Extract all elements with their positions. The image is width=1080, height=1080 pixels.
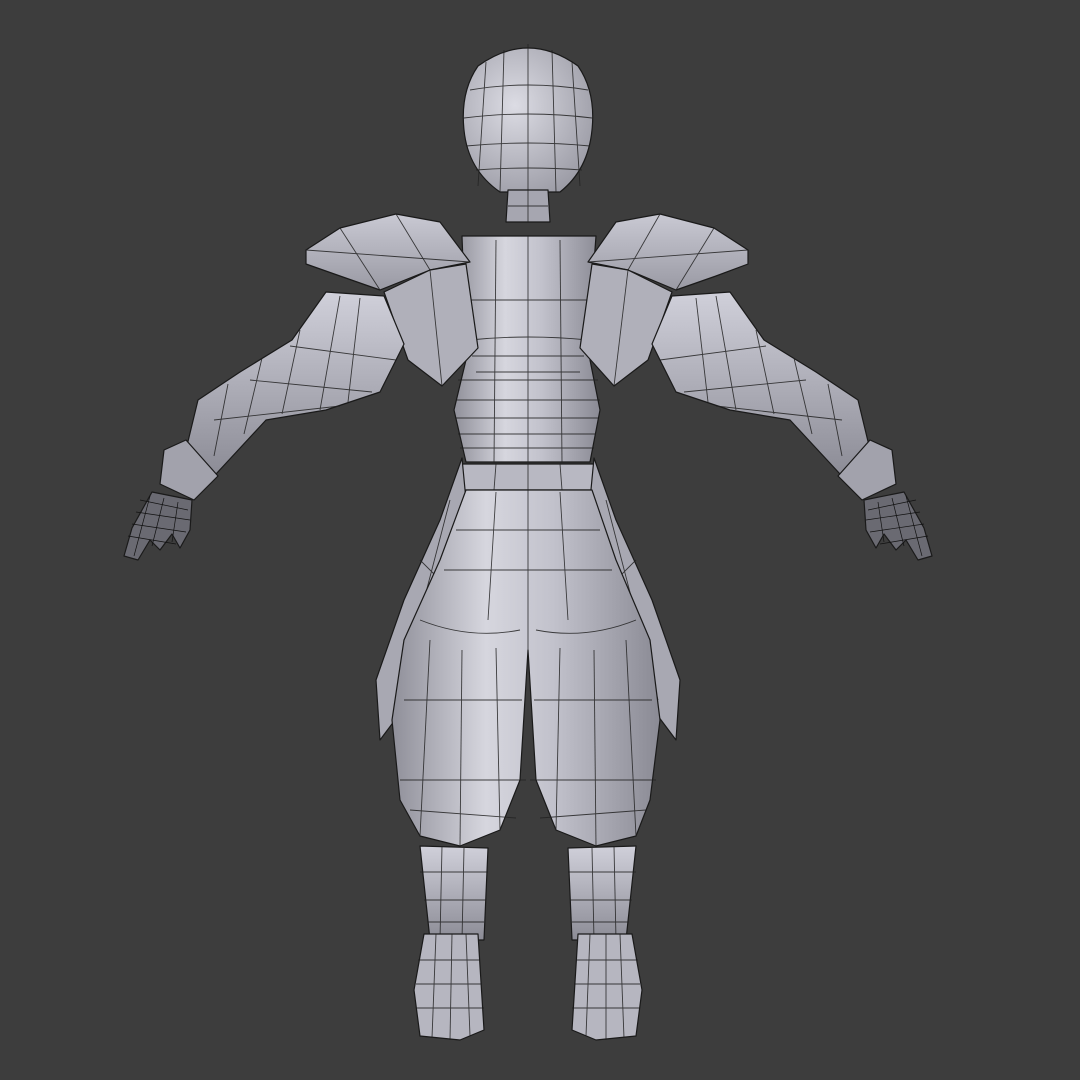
3d-viewport[interactable]	[0, 0, 1080, 1080]
left-boot[interactable]	[413, 933, 485, 1041]
right-boot[interactable]	[571, 933, 643, 1041]
left-hand[interactable]	[123, 491, 193, 561]
head[interactable]	[462, 44, 594, 223]
right-hand[interactable]	[863, 491, 933, 561]
left-arm[interactable]	[123, 291, 405, 561]
right-arm[interactable]	[651, 291, 933, 561]
right-lower-leg[interactable]	[567, 845, 637, 941]
belt[interactable]	[461, 463, 595, 491]
character-mesh[interactable]	[0, 0, 1080, 1080]
left-lower-leg[interactable]	[419, 845, 489, 941]
